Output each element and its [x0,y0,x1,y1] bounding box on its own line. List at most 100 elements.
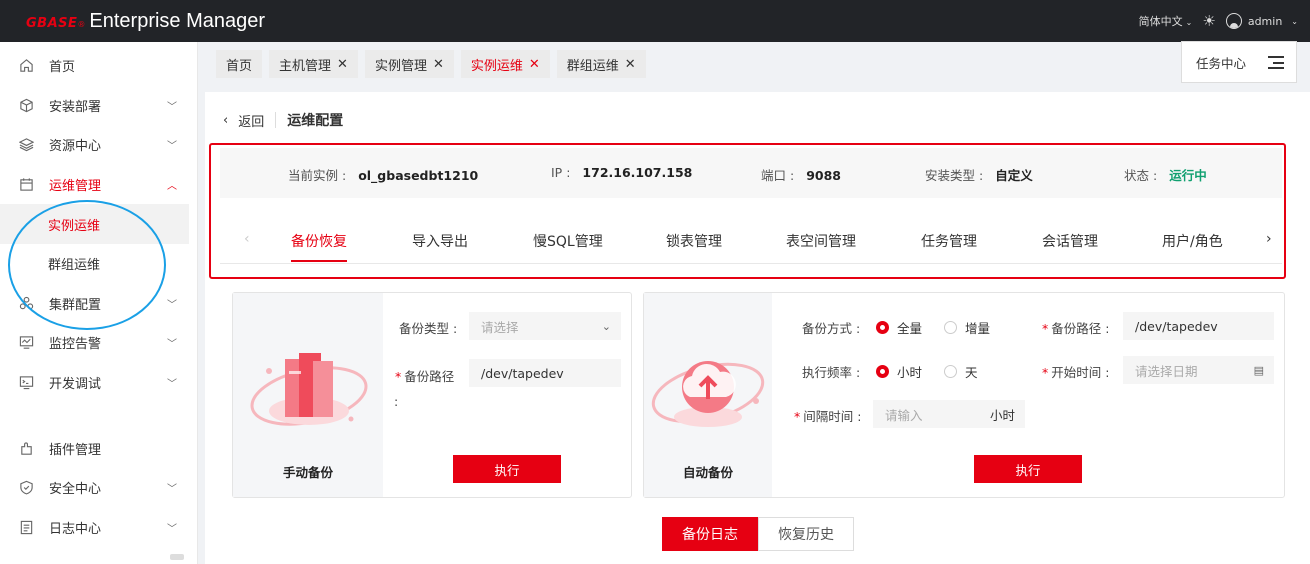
app-title: Enterprise Manager [89,9,266,32]
radio-unchecked-icon [944,321,957,334]
interval-placeholder: 请输入 [885,407,923,423]
backup-mode-label: 备份方式 : [802,321,861,336]
start-time-label: * 开始时间 : [1042,362,1109,381]
sidebar-item-label: 插件管理 [49,442,102,458]
required-mark: * [794,409,801,424]
radio-hour[interactable]: 小时 [876,362,922,381]
sidebar-item-dev-debug[interactable]: 开发调试 ﹀ [0,363,197,403]
sidebar-item-label: 安全中心 [49,482,102,498]
calendar-icon [18,177,34,193]
tab-label: 群组运维 [566,58,619,74]
page-header: ‹ 返回 运维配置 [223,110,343,130]
back-label: 返回 [238,114,265,130]
sidebar-item-cluster[interactable]: 集群配置 ﹀ [0,284,197,324]
annotation-highlight-box [209,143,1286,279]
theme-sun-icon[interactable]: ☀ [1202,12,1215,30]
manual-backup-label: 手动备份 [282,465,333,480]
close-icon[interactable]: ✕ [625,57,636,72]
radio-full[interactable]: 全量 [876,318,922,337]
backup-type-placeholder: 请选择 [481,319,519,335]
tab-instance-ops[interactable]: 实例运维 ✕ [460,50,550,78]
cloud-upload-illustration-icon [651,361,765,427]
interval-label: * 间隔时间 : [794,406,861,425]
required-mark: * [1042,321,1049,336]
sidebar-item-label: 集群配置 [49,297,102,313]
top-right-controls: 简体中文 ⌄ ☀ admin ⌄ [1139,0,1298,42]
tab-host-management[interactable]: 主机管理 ✕ [269,50,358,78]
chevron-down-icon: ⌄ [1185,18,1193,27]
home-icon [18,58,34,74]
close-icon[interactable]: ✕ [337,57,348,72]
auto-backup-path-input[interactable]: /dev/tapedev [1123,312,1274,340]
chevron-down-icon: ﹀ [167,141,177,153]
backup-type-label: 备份类型 : [399,321,458,336]
sidebar-item-logs[interactable]: 日志中心 ﹀ [0,508,197,548]
back-button[interactable]: ‹ 返回 [223,111,264,130]
chevron-down-icon: ⌄ [601,319,611,333]
sidebar-subitem-group-ops[interactable]: 群组运维 [0,244,189,284]
radio-incremental[interactable]: 增量 [944,318,990,337]
frequency-label: 执行频率 : [802,365,861,380]
close-icon[interactable]: ✕ [529,57,540,72]
radio-day[interactable]: 天 [944,362,978,381]
sidebar-item-label: 资源中心 [49,139,102,155]
tab-home[interactable]: 首页 [216,50,263,78]
backup-log-tabs: 备份日志 恢复历史 [662,517,854,551]
tab-label: 首页 [226,58,253,74]
sidebar-item-resources[interactable]: 资源中心 ﹀ [0,125,197,165]
tab-backup-log[interactable]: 备份日志 [662,517,758,551]
tab-instance-management[interactable]: 实例管理 ✕ [364,50,454,78]
document-icon [18,519,34,535]
manual-execute-button[interactable]: 执行 [453,455,561,483]
sidebar-item-home[interactable]: 首页 [0,46,197,86]
chevron-down-icon: ﹀ [167,101,177,113]
auto-backup-path-label: * 备份路径 : [1042,318,1109,337]
sidebar-item-label: 开发调试 [49,377,102,393]
sidebar-item-label: 监控告警 [49,337,102,353]
sidebar-item-security[interactable]: 安全中心 ﹀ [0,468,197,508]
sidebar-item-operations[interactable]: 运维管理 ︿ [0,165,197,205]
task-center-label: 任务中心 [1196,55,1247,71]
auto-backup-card: 自动备份 备份方式 : 全量 增量 * 备份路径 : /dev/tapedev 执… [643,292,1285,498]
logo[interactable]: GBASE ® Enterprise Manager [26,10,265,33]
manual-backup-panel: 手动备份 [233,293,383,497]
language-switch[interactable]: 简体中文 ⌄ [1139,13,1193,29]
backup-path-input[interactable]: /dev/tapedev [469,359,621,387]
chevron-left-icon: ‹ [223,112,229,128]
logo-registered: ® [77,19,86,29]
sidebar-item-install[interactable]: 安装部署 ﹀ [0,86,197,126]
tab-group-ops[interactable]: 群组运维 ✕ [556,50,646,78]
required-mark: * [1042,365,1049,380]
backup-type-select[interactable]: 请选择 ⌄ [469,312,621,340]
close-icon[interactable]: ✕ [433,57,444,72]
sidebar-item-plugins[interactable]: 插件管理 [0,428,197,468]
backup-path-label: * 备份路径 [395,366,454,385]
layers-icon [18,137,34,153]
calendar-icon: ▤ [1253,363,1264,377]
plugin-icon [18,440,34,456]
start-date-picker[interactable]: 请选择日期 ▤ [1123,356,1274,384]
page-title: 运维配置 [287,113,344,129]
radio-checked-icon [876,365,889,378]
sidebar-scrollbar[interactable] [170,554,184,560]
sidebar-item-monitoring[interactable]: 监控告警 ﹀ [0,323,197,363]
box-icon [18,97,34,113]
sidebar-subitem-instance-ops[interactable]: 实例运维 [0,204,189,244]
radio-day-label: 天 [965,365,978,380]
radio-incremental-label: 增量 [965,321,991,336]
radio-unchecked-icon [944,365,957,378]
tab-label: 实例运维 [470,58,523,74]
interval-input[interactable]: 请输入 小时 [873,400,1025,428]
auto-backup-path-label-text: 备份路径 : [1051,321,1110,336]
task-list-icon [1268,56,1284,69]
user-menu[interactable]: admin ⌄ [1225,13,1298,29]
radio-hour-label: 小时 [897,365,923,380]
auto-backup-panel: 自动备份 [644,293,772,497]
tab-restore-history[interactable]: 恢复历史 [758,517,854,551]
auto-execute-button[interactable]: 执行 [974,455,1082,483]
chevron-down-icon: ﹀ [167,339,177,351]
terminal-icon [18,375,34,391]
sidebar: 首页 安装部署 ﹀ 资源中心 ﹀ 运维管理 ︿ 实例运维 群组运维 集群配置 ﹀… [0,42,198,564]
task-center-button[interactable]: 任务中心 [1181,41,1297,83]
interval-unit: 小时 [989,407,1015,423]
